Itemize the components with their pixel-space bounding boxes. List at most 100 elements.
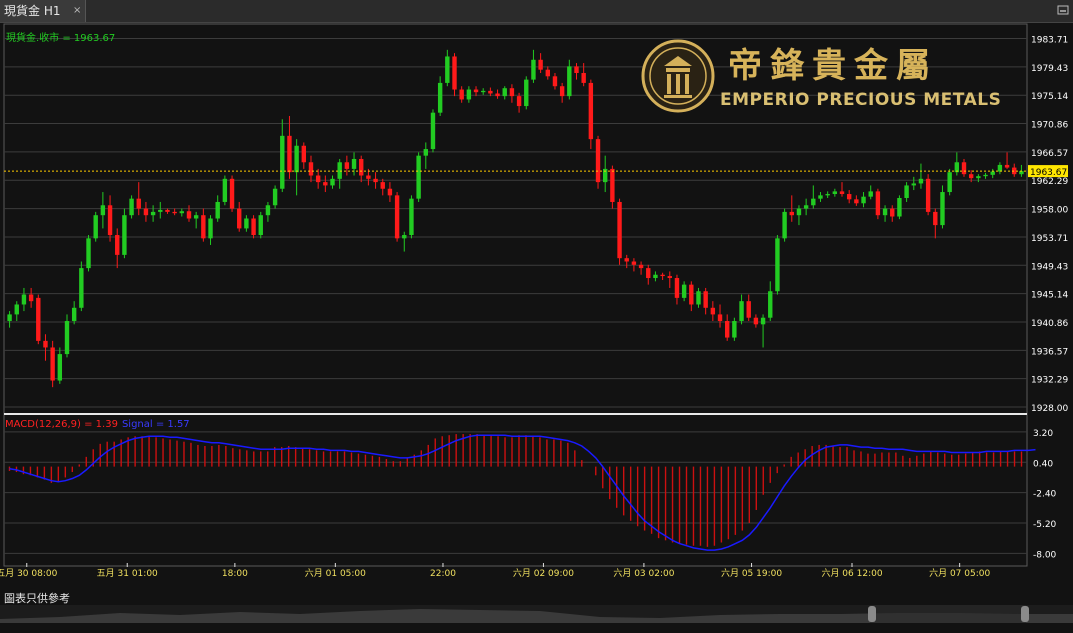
price-tick-label: 1983.71 bbox=[1031, 36, 1068, 46]
candle-body bbox=[854, 199, 859, 204]
candle-body bbox=[481, 90, 486, 93]
candle-body bbox=[179, 211, 185, 214]
macd-tick-label: 3.20 bbox=[1033, 429, 1053, 439]
candle-body bbox=[552, 76, 558, 87]
candle-body bbox=[308, 162, 314, 176]
price-tick-label: 1928.00 bbox=[1031, 404, 1068, 414]
candle-body bbox=[983, 174, 988, 177]
price-tick-label: 1936.57 bbox=[1031, 347, 1068, 357]
candle-body bbox=[244, 218, 249, 229]
candle-body bbox=[524, 79, 529, 107]
candle-body bbox=[897, 197, 902, 217]
candle-body bbox=[846, 194, 852, 200]
price-tick-label: 1966.57 bbox=[1031, 149, 1068, 159]
candle-body bbox=[595, 139, 601, 183]
candle-body bbox=[739, 301, 744, 322]
candle-body bbox=[782, 211, 787, 239]
candle-body bbox=[280, 135, 285, 189]
candle-body bbox=[875, 191, 881, 216]
tab-bar: 現貨金 H1 × bbox=[0, 0, 1073, 23]
price-tick-label: 1962.29 bbox=[1031, 177, 1068, 187]
candle-body bbox=[172, 211, 177, 214]
candle-body bbox=[933, 211, 938, 226]
candle-body bbox=[538, 59, 543, 70]
bottom-bar: 圖表只供參考 bbox=[0, 590, 1073, 633]
candle-body bbox=[193, 215, 199, 219]
candle-body bbox=[351, 158, 357, 169]
macd-tick-label: 0.40 bbox=[1033, 459, 1053, 469]
candle-body bbox=[796, 208, 802, 216]
candle-body bbox=[122, 215, 127, 255]
candle-body bbox=[473, 89, 479, 93]
candle-body bbox=[437, 82, 443, 113]
candle-body bbox=[732, 321, 737, 338]
candle-body bbox=[50, 347, 55, 381]
candle-body bbox=[746, 301, 751, 318]
candle-body bbox=[567, 66, 572, 97]
time-tick-label: 六月 02 09:00 bbox=[513, 567, 574, 579]
price-tick-label: 1958.00 bbox=[1031, 206, 1068, 216]
logo-emblem-icon bbox=[641, 39, 715, 113]
candle-body bbox=[624, 258, 629, 262]
candle-body bbox=[208, 218, 213, 239]
time-tick-label: 五月 30 08:00 bbox=[0, 568, 58, 579]
logo-chinese-name: 帝鋒貴金屬 bbox=[728, 46, 938, 86]
candle-body bbox=[387, 188, 393, 196]
close-icon[interactable]: × bbox=[73, 0, 81, 22]
candle-body bbox=[968, 174, 974, 179]
last-price-label: 1963.67 bbox=[1030, 168, 1067, 178]
candle-body bbox=[294, 145, 299, 173]
time-tick-label: 六月 06 12:00 bbox=[821, 567, 882, 579]
candle-body bbox=[445, 56, 450, 83]
scroller-left-handle[interactable] bbox=[868, 606, 876, 622]
candle-body bbox=[495, 93, 500, 97]
candle-body bbox=[581, 72, 586, 83]
candle-body bbox=[143, 208, 149, 216]
time-tick-label: 六月 03 02:00 bbox=[613, 567, 674, 579]
candle-body bbox=[861, 196, 866, 204]
price-tick-label: 1953.71 bbox=[1031, 234, 1068, 244]
scroller-preview bbox=[0, 605, 1073, 623]
candle-body bbox=[107, 205, 113, 236]
time-tick-label: 六月 05 19:00 bbox=[721, 567, 782, 579]
scroller-right-handle[interactable] bbox=[1021, 606, 1029, 622]
candle-body bbox=[366, 175, 371, 179]
minimize-icon[interactable] bbox=[1057, 5, 1069, 15]
candle-body bbox=[696, 291, 701, 305]
price-tick-label: 1975.14 bbox=[1031, 92, 1068, 102]
candle-body bbox=[660, 274, 665, 277]
price-tick-label: 1932.29 bbox=[1031, 376, 1068, 386]
candle-body bbox=[646, 268, 651, 279]
chart-window: { "tab": {"title": "現貨金 H1", "close": "×… bbox=[0, 0, 1073, 633]
candle-body bbox=[64, 321, 70, 355]
candle-body bbox=[667, 276, 672, 279]
candle-body bbox=[638, 264, 644, 269]
candle-body bbox=[79, 268, 84, 308]
candle-body bbox=[768, 291, 773, 318]
macd-legend: MACD(12,26,9) = 1.39 Signal = 1.57 bbox=[5, 419, 190, 430]
disclaimer-text: 圖表只供參考 bbox=[4, 592, 70, 605]
candle-body bbox=[724, 321, 730, 338]
candle-body bbox=[990, 171, 995, 175]
candle-body bbox=[516, 96, 522, 107]
candle-body bbox=[789, 211, 794, 216]
candle-body bbox=[868, 191, 873, 197]
candle-body bbox=[509, 88, 515, 97]
candle-body bbox=[272, 188, 278, 206]
candle-body bbox=[115, 235, 120, 255]
candle-body bbox=[545, 69, 550, 77]
candle-body bbox=[186, 211, 192, 219]
candle-body bbox=[229, 178, 235, 209]
price-axis: 1983.71 1979.43 1975.14 1970.86 1966.57 1962.… bbox=[1028, 36, 1068, 560]
chart-scroller[interactable] bbox=[0, 605, 1073, 623]
candle-body bbox=[100, 205, 106, 216]
tab-chart[interactable]: 現貨金 H1 × bbox=[0, 0, 86, 22]
candle-body bbox=[811, 198, 816, 206]
candle-body bbox=[947, 172, 952, 193]
macd-tick-label: -8.00 bbox=[1033, 550, 1057, 560]
candle-body bbox=[158, 209, 163, 212]
candle-body bbox=[753, 317, 759, 325]
candle-body bbox=[7, 314, 12, 322]
candle-body bbox=[925, 178, 931, 212]
price-tick-label: 1940.86 bbox=[1031, 319, 1068, 329]
